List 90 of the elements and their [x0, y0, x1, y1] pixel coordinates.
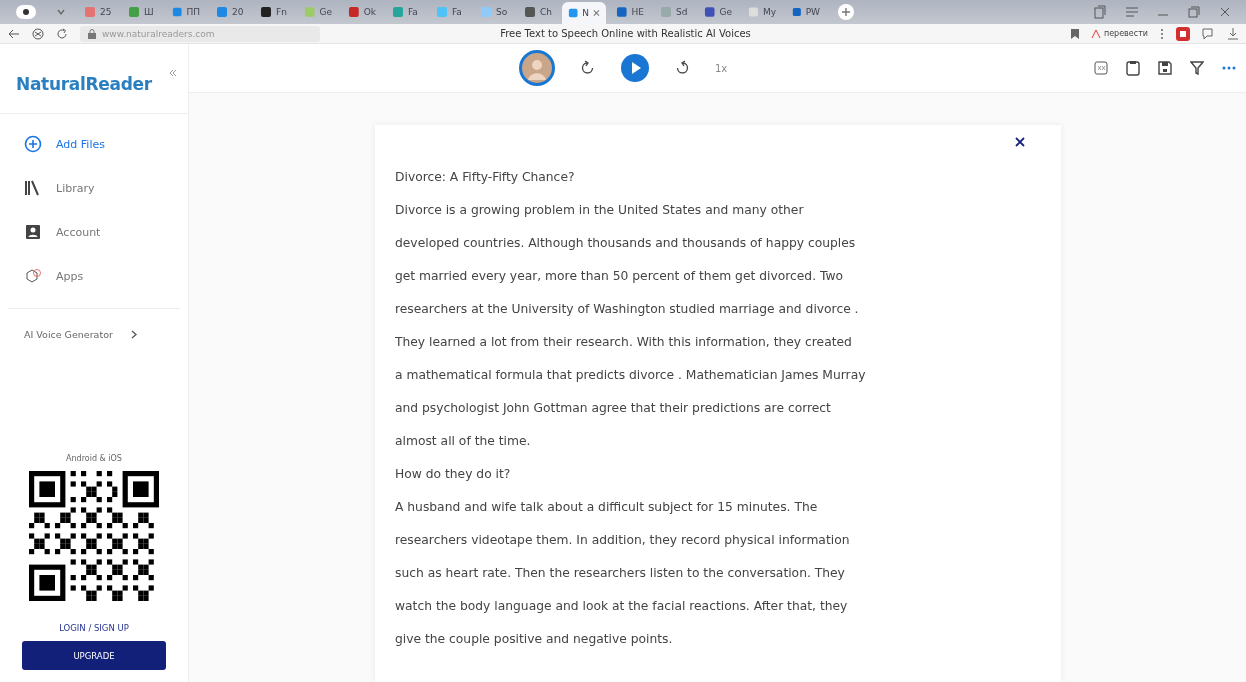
- rewind-icon[interactable]: [581, 60, 595, 76]
- favicon-icon: [524, 6, 536, 18]
- favicon-icon: [480, 6, 492, 18]
- restore-icon[interactable]: [1188, 6, 1200, 18]
- favicon-icon: [348, 6, 360, 18]
- qr-caption: Android & iOS: [66, 454, 122, 463]
- bookmark-icon[interactable]: [1070, 28, 1079, 39]
- favicon-icon: [172, 6, 183, 18]
- page-title: Free Text to Speech Online with Realistic AI Voices: [499, 28, 752, 39]
- text-line: Divorce is a growing problem in the United States and many other: [395, 202, 805, 219]
- favicon-icon: [568, 7, 579, 19]
- favicon-icon: [84, 6, 96, 18]
- text-line: Divorce: A Fifty-Fifty Chance?: [395, 169, 576, 186]
- text-line: and psychologist John Gottman agree that their predictions are correct: [395, 400, 832, 417]
- back-icon[interactable]: [8, 28, 20, 39]
- extension-icon[interactable]: [1176, 26, 1190, 41]
- favicon-icon: [304, 6, 316, 18]
- favicon-icon: [216, 6, 228, 18]
- chevron-right-icon: [130, 330, 137, 339]
- browser-tab[interactable]: 20: [210, 2, 250, 22]
- text-line: get married every year, more than 50 percent of them get divorced. Two: [395, 268, 845, 285]
- browser-tab[interactable]: НЕ: [610, 2, 650, 22]
- copy-icon[interactable]: [1094, 5, 1106, 19]
- caption-icon[interactable]: [1094, 61, 1108, 75]
- browser-tab[interactable]: Ш: [122, 2, 162, 22]
- chat-icon[interactable]: [1202, 26, 1216, 41]
- sidebar-item[interactable]: Account: [8, 210, 180, 254]
- chevron-down-icon[interactable]: [56, 8, 66, 16]
- favicon-icon: [260, 6, 272, 18]
- new-tab-icon[interactable]: [838, 4, 854, 20]
- sidebar-item[interactable]: Library: [8, 166, 180, 210]
- favicon-icon: [748, 6, 759, 18]
- browser-tab[interactable]: My: [742, 2, 782, 22]
- translate-icon: [1090, 28, 1101, 39]
- favicon-icon: [436, 6, 448, 18]
- library-icon: [24, 179, 42, 197]
- lock-icon: [88, 28, 96, 39]
- favicon-icon: [704, 6, 716, 18]
- browser-tab[interactable]: Ch: [518, 2, 558, 22]
- text-line: such as heart rate. Then the researchers listen to the conversation. They: [395, 565, 846, 582]
- browser-tab[interactable]: Fa: [386, 2, 426, 22]
- more-icon[interactable]: [1160, 27, 1164, 40]
- translate-button[interactable]: перевести: [1090, 28, 1148, 39]
- sidebar-item[interactable]: AI Voice Generator: [0, 309, 188, 340]
- browser-tab[interactable]: Ge: [698, 2, 738, 22]
- browser-tab[interactable]: Ok: [342, 2, 382, 22]
- voice-avatar[interactable]: [519, 50, 555, 86]
- forward-icon[interactable]: [675, 60, 689, 76]
- text-line: watch the body language and look at the facial reactions. After that, they: [395, 598, 849, 615]
- text-line: researchers at the University of Washington studied marriage and divorce .: [395, 301, 860, 318]
- filter-icon[interactable]: [1190, 61, 1204, 75]
- apps-icon: [24, 267, 42, 285]
- browser-tab[interactable]: 25: [78, 2, 118, 22]
- text-line: researchers videotape them. In addition, they record physical information: [395, 532, 851, 549]
- add-circle-icon: [24, 135, 42, 153]
- text-line: How do they do it?: [395, 466, 512, 483]
- favicon-icon: [616, 6, 628, 18]
- text-line: developed countries. Although thousands and thousands of happy couples: [395, 235, 857, 252]
- sidebar-item[interactable]: Apps: [8, 254, 180, 298]
- save-icon[interactable]: [1158, 61, 1172, 75]
- text-line: A husband and wife talk about a difficult subject for 15 minutes. The: [395, 499, 819, 516]
- close-icon[interactable]: [1015, 137, 1025, 147]
- text-line: They learned a lot from their research. With this information, they created: [395, 334, 853, 351]
- text-line: give the couple positive and negative points.: [395, 631, 674, 648]
- favicon-icon: [392, 6, 404, 18]
- more-icon[interactable]: [1222, 66, 1236, 70]
- clipboard-icon[interactable]: [1126, 60, 1140, 76]
- upgrade-button[interactable]: UPGRADE: [22, 641, 166, 670]
- collapse-icon[interactable]: [170, 70, 176, 76]
- text-line: a mathematical formula that predicts divorce . Mathematician James Murray: [395, 367, 867, 384]
- speed-button[interactable]: 1x: [715, 62, 728, 74]
- browser-tab[interactable]: Fn: [254, 2, 294, 22]
- browser-tab[interactable]: ПП: [166, 2, 206, 22]
- browser-tab[interactable]: N: [562, 2, 606, 24]
- browser-tab[interactable]: Sd: [654, 2, 694, 22]
- sidebar-item[interactable]: Add Files: [8, 122, 180, 166]
- browser-tab[interactable]: So: [474, 2, 514, 22]
- play-icon[interactable]: [621, 54, 649, 82]
- account-icon: [24, 223, 42, 241]
- download-icon[interactable]: [1228, 27, 1238, 40]
- login-link[interactable]: LOGIN / SIGN UP: [59, 623, 129, 633]
- favicon-icon: [792, 6, 802, 18]
- reload-icon[interactable]: [56, 27, 68, 40]
- browser-tab[interactable]: PW: [786, 2, 826, 22]
- favicon-icon: [128, 6, 140, 18]
- browser-tab[interactable]: Fa: [430, 2, 470, 22]
- favicon-icon: [660, 6, 672, 18]
- browser-tab[interactable]: Ge: [298, 2, 338, 22]
- text-line: almost all of the time.: [395, 433, 532, 450]
- app-logo[interactable]: NaturalReader: [16, 74, 152, 94]
